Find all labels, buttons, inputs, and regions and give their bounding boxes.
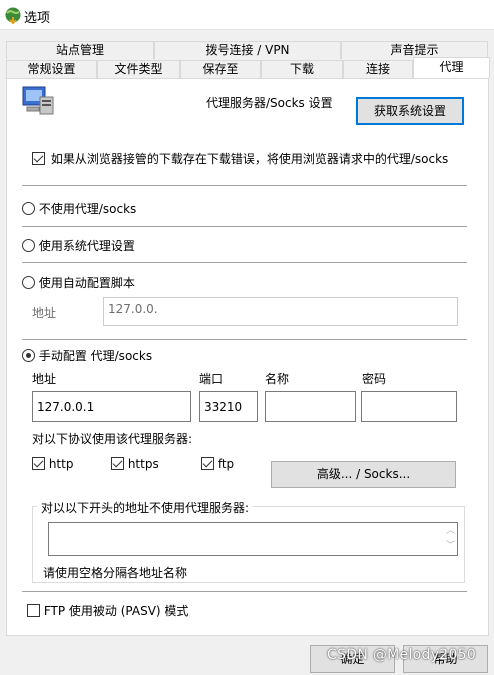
separator (22, 339, 467, 340)
option-manual[interactable]: 手动配置 代理/socks (22, 347, 152, 364)
ftp-passive-checkbox[interactable] (27, 604, 40, 617)
address-label: 地址 (32, 372, 57, 386)
proxy-username-input[interactable] (265, 391, 356, 422)
tab-dialup-vpn[interactable]: 拨号连接 / VPN (154, 41, 341, 59)
title-bar: 选项 (0, 0, 494, 30)
scroll-up-icon[interactable]: ︿ (446, 527, 455, 536)
network-computer-icon (22, 86, 54, 115)
bypass-hint: 请使用空格分隔各地址名称 (43, 566, 188, 580)
port-label: 端口 (199, 372, 224, 386)
auto-script-label: 使用自动配置脚本 (38, 276, 135, 290)
proxy-password-input[interactable] (361, 391, 457, 422)
bypass-list-input[interactable]: ︿ ﹀ (48, 522, 458, 556)
option-no-proxy[interactable]: 不使用代理/socks (22, 200, 136, 217)
auto-script-address-label: 地址 (32, 306, 57, 320)
separator (22, 262, 467, 263)
option-system-proxy[interactable]: 使用系统代理设置 (22, 237, 135, 254)
browser-proxy-option[interactable]: 如果从浏览器接管的下载存在下载错误，将使用浏览器请求中的代理/socks (32, 150, 448, 167)
tab-proxy[interactable]: 代理 (413, 57, 490, 78)
proxy-address-input[interactable]: 127.0.0.1 (32, 391, 191, 422)
tab-site-manager[interactable]: 站点管理 (6, 41, 154, 59)
proxy-heading: 代理服务器/Socks 设置 (206, 96, 333, 110)
browser-proxy-checkbox[interactable] (32, 152, 45, 165)
no-proxy-radio[interactable] (22, 202, 35, 215)
system-proxy-label: 使用系统代理设置 (38, 239, 135, 253)
browser-proxy-label: 如果从浏览器接管的下载存在下载错误，将使用浏览器请求中的代理/socks (50, 152, 449, 166)
protocol-http[interactable]: http (32, 457, 73, 471)
https-label: https (127, 457, 159, 471)
scroll-down-icon[interactable]: ﹀ (446, 542, 455, 551)
auto-script-address-input[interactable]: 127.0.0. (103, 297, 458, 326)
separator (22, 226, 467, 227)
tab-connection[interactable]: 连接 (343, 60, 413, 78)
proxy-panel: 代理服务器/Socks 设置 获取系统设置 如果从浏览器接管的下载存在下载错误，… (6, 78, 489, 636)
auto-script-radio[interactable] (22, 276, 35, 289)
separator (22, 591, 467, 592)
tab-file-types[interactable]: 文件类型 (97, 60, 180, 78)
proxy-port-input[interactable]: 33210 (199, 391, 258, 422)
separator (22, 185, 467, 186)
get-system-settings-button[interactable]: 获取系统设置 (356, 97, 464, 125)
protocol-ftp[interactable]: ftp (201, 457, 234, 471)
app-globe-icon (5, 7, 21, 24)
manual-label: 手动配置 代理/socks (38, 349, 153, 363)
option-auto-script[interactable]: 使用自动配置脚本 (22, 274, 135, 291)
http-checkbox[interactable] (32, 457, 45, 470)
protocols-label: 对以下协议使用该代理服务器: (32, 432, 193, 446)
ftp-passive-option[interactable]: FTP 使用被动 (PASV) 模式 (27, 602, 188, 619)
window-title: 选项 (24, 11, 51, 26)
ftp-label: ftp (217, 457, 235, 471)
tab-save-to[interactable]: 保存至 (180, 60, 261, 78)
system-proxy-radio[interactable] (22, 239, 35, 252)
bypass-scrollbar[interactable]: ︿ ﹀ (443, 523, 457, 555)
tab-general[interactable]: 常规设置 (6, 60, 97, 78)
name-label: 名称 (265, 372, 290, 386)
ftp-checkbox[interactable] (201, 457, 214, 470)
csdn-watermark: CSDN @Melody2050 (327, 647, 477, 663)
bypass-group-label: 对以以下开头的地址不使用代理服务器: (37, 499, 254, 516)
ftp-passive-label: FTP 使用被动 (PASV) 模式 (43, 604, 189, 618)
tab-download[interactable]: 下载 (261, 60, 343, 78)
no-proxy-label: 不使用代理/socks (38, 202, 137, 216)
http-label: http (48, 457, 74, 471)
manual-radio[interactable] (22, 349, 35, 362)
protocol-https[interactable]: https (111, 457, 159, 471)
advanced-socks-button[interactable]: 高级... / Socks... (271, 461, 456, 488)
password-label: 密码 (362, 372, 387, 386)
https-checkbox[interactable] (111, 457, 124, 470)
